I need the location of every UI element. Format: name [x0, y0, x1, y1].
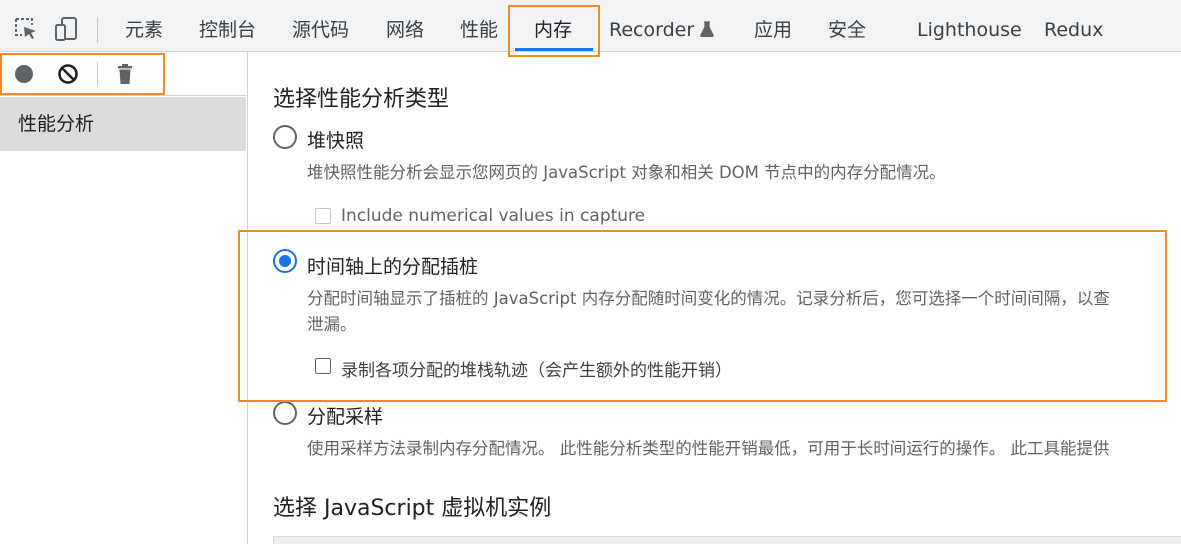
device-toolbar-icon[interactable] [53, 16, 79, 42]
option-description-allocation-timeline-cont: 泄漏。 [307, 315, 357, 334]
clear-icon[interactable] [56, 62, 80, 86]
vm-instance-title: 选择 JavaScript 虚拟机实例 [273, 496, 552, 521]
flask-icon [700, 21, 714, 37]
profile-type-panel: 选择性能分析类型 堆快照 堆快照性能分析会显示您网页的 JavaScript 对… [249, 52, 1181, 544]
option-description-allocation-timeline: 分配时间轴显示了插桩的 JavaScript 内存分配随时间变化的情况。记录分析… [307, 289, 1110, 308]
profiles-sidebar: 性能分析 [0, 52, 248, 544]
option-description-heap-snapshot: 堆快照性能分析会显示您网页的 JavaScript 对象和相关 DOM 节点中的… [307, 163, 946, 182]
sidebar-item-profiles[interactable]: 性能分析 [0, 97, 246, 151]
tab-elements[interactable]: 元素 [125, 0, 163, 52]
tab-lighthouse[interactable]: Lighthouse [917, 0, 1022, 52]
option-label-heap-snapshot: 堆快照 [307, 130, 365, 152]
toolbar-separator [97, 17, 98, 43]
include-numerical-values-checkbox[interactable] [315, 208, 331, 224]
devtools-tabbar: 元素 控制台 源代码 网络 性能 内存 Recorder 应用 安全 Light… [0, 0, 1181, 52]
option-label-allocation-timeline: 时间轴上的分配插桩 [307, 256, 479, 278]
active-tab-indicator [515, 48, 593, 51]
option-description-allocation-sampling: 使用采样方法录制内存分配情况。 此性能分析类型的性能开销最低，可用于长时间运行的… [307, 439, 1110, 458]
profiles-toolbar [0, 52, 248, 96]
tab-recorder[interactable]: Recorder [609, 0, 714, 52]
radio-allocation-sampling[interactable] [273, 401, 297, 425]
tab-application[interactable]: 应用 [754, 0, 792, 52]
radio-allocation-timeline[interactable] [273, 249, 297, 273]
record-icon[interactable] [12, 62, 36, 86]
inspect-element-icon[interactable] [13, 16, 39, 42]
tab-security[interactable]: 安全 [828, 0, 866, 52]
tab-performance[interactable]: 性能 [460, 0, 498, 52]
option-label-allocation-sampling: 分配采样 [307, 406, 384, 428]
toolbar-separator [97, 62, 98, 86]
tab-memory[interactable]: 内存 [534, 0, 572, 52]
tab-network[interactable]: 网络 [386, 0, 424, 52]
tab-console[interactable]: 控制台 [199, 0, 256, 52]
tab-recorder-label: Recorder [609, 19, 695, 41]
section-title: 选择性能分析类型 [273, 87, 450, 112]
tab-redux[interactable]: Redux [1044, 0, 1103, 52]
record-stack-traces-label: 录制各项分配的堆栈轨迹（会产生额外的性能开销） [341, 361, 732, 381]
include-numerical-values-label: Include numerical values in capture [341, 206, 646, 226]
tab-sources[interactable]: 源代码 [292, 0, 349, 52]
record-stack-traces-checkbox[interactable] [315, 358, 331, 374]
vm-instance-list[interactable] [273, 536, 1181, 544]
radio-heap-snapshot[interactable] [273, 125, 297, 149]
trash-icon[interactable] [113, 62, 137, 86]
